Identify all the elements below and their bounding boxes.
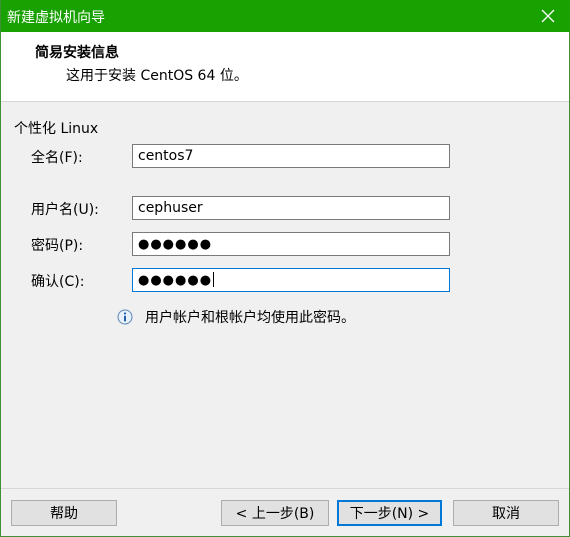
- close-icon: [541, 9, 555, 23]
- full-name-input[interactable]: centos7: [132, 144, 450, 168]
- page-title: 简易安装信息: [35, 45, 119, 61]
- page-subtitle: 这用于安装 CentOS 64 位。: [66, 68, 248, 84]
- info-text: 用户帐户和根帐户均使用此密码。: [145, 310, 355, 326]
- back-button[interactable]: < 上一步(B): [221, 500, 329, 526]
- next-button[interactable]: 下一步(N) >: [337, 500, 442, 526]
- confirm-password-label: 确认(C):: [31, 274, 85, 290]
- help-button[interactable]: 帮助: [11, 500, 117, 526]
- password-info-note: 用户帐户和根帐户均使用此密码。: [117, 307, 355, 327]
- footer-divider: [1, 488, 569, 489]
- username-label: 用户名(U):: [31, 202, 99, 218]
- personalize-linux-label: 个性化 Linux: [14, 121, 99, 137]
- new-vm-wizard-dialog: 新建虚拟机向导 简易安装信息 这用于安装 CentOS 64 位。 个性化 Li…: [0, 0, 570, 537]
- password-mask: ●●●●●●: [138, 237, 213, 252]
- password-input[interactable]: ●●●●●●: [132, 232, 450, 256]
- username-input[interactable]: cephuser: [132, 196, 450, 220]
- close-button[interactable]: [525, 0, 570, 32]
- window-title: 新建虚拟机向导: [7, 10, 105, 26]
- text-caret: [213, 272, 215, 287]
- title-bar: 新建虚拟机向导: [1, 0, 570, 32]
- full-name-value: centos7: [138, 148, 194, 164]
- confirm-password-mask: ●●●●●●: [138, 273, 213, 288]
- confirm-password-input[interactable]: ●●●●●●: [132, 268, 450, 292]
- info-icon: [117, 309, 133, 325]
- cancel-button[interactable]: 取消: [453, 500, 559, 526]
- full-name-label: 全名(F):: [31, 150, 83, 166]
- username-value: cephuser: [138, 200, 203, 216]
- wizard-header: 简易安装信息 这用于安装 CentOS 64 位。: [1, 32, 569, 102]
- password-label: 密码(P):: [31, 238, 84, 254]
